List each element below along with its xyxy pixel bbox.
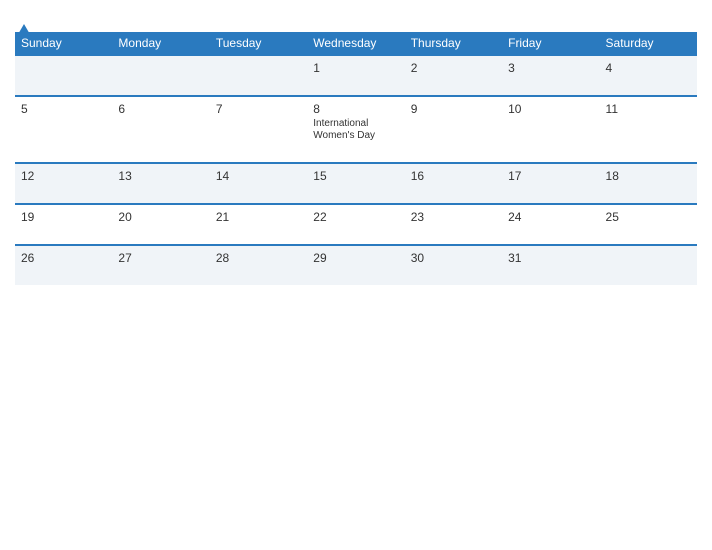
calendar-cell: [15, 55, 112, 96]
calendar-cell: 3: [502, 55, 599, 96]
calendar-cell: 25: [600, 204, 697, 245]
logo-triangle-icon: [17, 9, 31, 36]
calendar-cell: 29: [307, 245, 404, 285]
calendar-cell: 4: [600, 55, 697, 96]
calendar-cell: 8 International Women's Day: [307, 96, 404, 163]
calendar-cell: 20: [112, 204, 209, 245]
day-number: 26: [21, 251, 106, 265]
calendar-cell: 16: [405, 163, 502, 204]
day-number: 24: [508, 210, 593, 224]
day-number: 16: [411, 169, 496, 183]
calendar-cell: [112, 55, 209, 96]
day-number: 3: [508, 61, 593, 75]
calendar-cell: 21: [210, 204, 307, 245]
day-number: 17: [508, 169, 593, 183]
day-number: 27: [118, 251, 203, 265]
calendar-cell: 9: [405, 96, 502, 163]
day-number: 28: [216, 251, 301, 265]
calendar-cell: 7: [210, 96, 307, 163]
weekday-header-saturday: Saturday: [600, 32, 697, 55]
weekday-header-tuesday: Tuesday: [210, 32, 307, 55]
day-number: 2: [411, 61, 496, 75]
day-number: 30: [411, 251, 496, 265]
calendar-week-row: 1234: [15, 55, 697, 96]
day-number: 8: [313, 102, 398, 116]
day-number: 29: [313, 251, 398, 265]
day-number: 14: [216, 169, 301, 183]
day-number: 10: [508, 102, 593, 116]
calendar-cell: 28: [210, 245, 307, 285]
holiday-label: International Women's Day: [313, 118, 398, 142]
day-number: 13: [118, 169, 203, 183]
calendar-week-row: 19 20 21 22 23 24 25: [15, 204, 697, 245]
day-number: 25: [606, 210, 691, 224]
day-number: 22: [313, 210, 398, 224]
day-number: 20: [118, 210, 203, 224]
calendar-cell: 14: [210, 163, 307, 204]
calendar-cell: 11: [600, 96, 697, 163]
day-number: 31: [508, 251, 593, 265]
day-number: 23: [411, 210, 496, 224]
calendar-cell: 19: [15, 204, 112, 245]
day-number: 18: [606, 169, 691, 183]
calendar-cell: [210, 55, 307, 96]
calendar-cell: 6: [112, 96, 209, 163]
day-number: 6: [118, 102, 203, 116]
calendar-table: SundayMondayTuesdayWednesdayThursdayFrid…: [15, 32, 697, 285]
day-number: 7: [216, 102, 301, 116]
weekday-header-sunday: Sunday: [15, 32, 112, 55]
weekday-header-row: SundayMondayTuesdayWednesdayThursdayFrid…: [15, 32, 697, 55]
calendar-cell: 23: [405, 204, 502, 245]
calendar-cell: 12: [15, 163, 112, 204]
calendar-cell: 30: [405, 245, 502, 285]
weekday-header-monday: Monday: [112, 32, 209, 55]
header: [15, 10, 697, 24]
day-number: 12: [21, 169, 106, 183]
weekday-header-thursday: Thursday: [405, 32, 502, 55]
weekday-header-friday: Friday: [502, 32, 599, 55]
logo: [15, 10, 31, 24]
calendar-cell: 27: [112, 245, 209, 285]
day-number: 4: [606, 61, 691, 75]
logo-text-block: [15, 10, 31, 24]
day-number: 11: [606, 102, 691, 116]
calendar-cell: 24: [502, 204, 599, 245]
calendar-cell: 18: [600, 163, 697, 204]
calendar-cell: 17: [502, 163, 599, 204]
calendar-cell: [600, 245, 697, 285]
page: SundayMondayTuesdayWednesdayThursdayFrid…: [0, 0, 712, 550]
calendar-cell: 1: [307, 55, 404, 96]
calendar-cell: 22: [307, 204, 404, 245]
calendar-week-row: 26 27 28 29 30 31: [15, 245, 697, 285]
calendar-cell: 31: [502, 245, 599, 285]
day-number: 5: [21, 102, 106, 116]
calendar-week-row: 5678 International Women's Day 9 10 11: [15, 96, 697, 163]
calendar-cell: 2: [405, 55, 502, 96]
day-number: 1: [313, 61, 398, 75]
calendar-cell: 26: [15, 245, 112, 285]
day-number: 9: [411, 102, 496, 116]
calendar-body: 12345678International Women's Day9101112…: [15, 55, 697, 285]
day-number: 19: [21, 210, 106, 224]
calendar-week-row: 12 13 14 15 16 17 18: [15, 163, 697, 204]
calendar-cell: 10: [502, 96, 599, 163]
calendar-cell: 5: [15, 96, 112, 163]
calendar-cell: 13: [112, 163, 209, 204]
calendar-cell: 15: [307, 163, 404, 204]
weekday-header-wednesday: Wednesday: [307, 32, 404, 55]
day-number: 15: [313, 169, 398, 183]
day-number: 21: [216, 210, 301, 224]
